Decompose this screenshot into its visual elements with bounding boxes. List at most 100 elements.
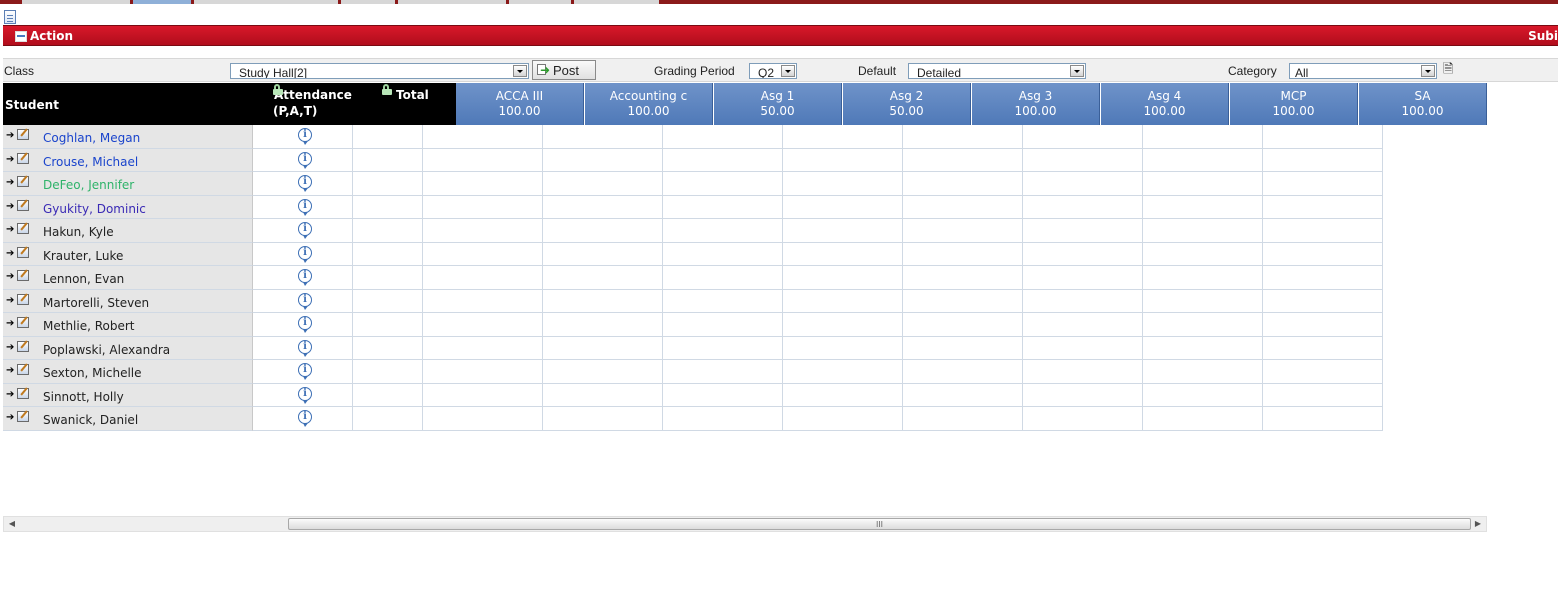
grade-cell[interactable]	[1143, 148, 1263, 172]
student-name-link[interactable]: Swanick, Daniel	[43, 413, 138, 427]
grade-cell[interactable]	[903, 289, 1023, 313]
total-cell[interactable]	[353, 289, 423, 313]
grade-cell[interactable]	[783, 195, 903, 219]
grade-cell[interactable]	[423, 360, 543, 384]
attendance-cell[interactable]: i	[253, 336, 353, 360]
grade-cell[interactable]	[1143, 172, 1263, 196]
assignment-header[interactable]: Asg 2 50.00	[843, 83, 971, 125]
class-select[interactable]: Study Hall[2]	[230, 63, 529, 79]
grade-cell[interactable]	[1143, 242, 1263, 266]
info-icon[interactable]: i	[298, 269, 312, 286]
grade-cell[interactable]	[1023, 360, 1143, 384]
total-cell[interactable]	[353, 195, 423, 219]
grade-cell[interactable]	[1023, 313, 1143, 337]
grade-cell[interactable]	[1143, 360, 1263, 384]
grade-cell[interactable]	[783, 407, 903, 431]
grade-cell[interactable]	[423, 219, 543, 243]
total-cell[interactable]	[353, 407, 423, 431]
attendance-cell[interactable]: i	[253, 195, 353, 219]
edit-note-icon[interactable]	[17, 129, 29, 140]
attendance-cell[interactable]: i	[253, 172, 353, 196]
grade-cell[interactable]	[903, 383, 1023, 407]
assignment-header[interactable]: Asg 4 100.00	[1101, 83, 1229, 125]
total-cell[interactable]	[353, 313, 423, 337]
attendance-cell[interactable]: i	[253, 125, 353, 149]
info-icon[interactable]: i	[298, 316, 312, 333]
attendance-cell[interactable]: i	[253, 148, 353, 172]
assignment-header[interactable]: ACCA III 100.00	[456, 83, 584, 125]
student-name-link[interactable]: Hakun, Kyle	[43, 225, 114, 239]
grade-cell[interactable]	[1023, 407, 1143, 431]
grade-cell[interactable]	[783, 148, 903, 172]
scroll-right-icon[interactable]: ▶	[1470, 517, 1486, 531]
chevron-down-icon[interactable]	[781, 65, 795, 77]
grade-cell[interactable]	[663, 242, 783, 266]
grade-cell[interactable]	[1143, 195, 1263, 219]
grade-cell[interactable]	[663, 407, 783, 431]
default-select[interactable]: Detailed	[908, 63, 1086, 79]
grade-cell[interactable]	[1143, 266, 1263, 290]
grade-cell[interactable]	[1023, 383, 1143, 407]
grade-cell[interactable]	[783, 125, 903, 149]
grade-cell[interactable]	[543, 266, 663, 290]
grade-cell[interactable]	[423, 407, 543, 431]
grade-cell[interactable]	[663, 289, 783, 313]
grade-cell[interactable]	[423, 289, 543, 313]
grade-cell[interactable]	[1143, 125, 1263, 149]
assignment-header[interactable]: Asg 1 50.00	[714, 83, 842, 125]
grade-cell[interactable]	[1263, 407, 1383, 431]
grade-cell[interactable]	[663, 172, 783, 196]
grade-cell[interactable]	[423, 383, 543, 407]
grade-cell[interactable]	[1143, 407, 1263, 431]
total-cell[interactable]	[353, 148, 423, 172]
student-name-link[interactable]: Poplawski, Alexandra	[43, 343, 170, 357]
grade-cell[interactable]	[543, 172, 663, 196]
edit-note-icon[interactable]	[17, 176, 29, 187]
grade-cell[interactable]	[903, 336, 1023, 360]
info-icon[interactable]: i	[298, 363, 312, 380]
edit-note-icon[interactable]	[17, 293, 29, 305]
top-tab[interactable]	[509, 0, 571, 4]
grade-cell[interactable]	[543, 360, 663, 384]
total-cell[interactable]	[353, 125, 423, 149]
grade-cell[interactable]	[903, 125, 1023, 149]
grade-cell[interactable]	[783, 289, 903, 313]
grade-cell[interactable]	[903, 148, 1023, 172]
grade-cell[interactable]	[783, 242, 903, 266]
row-arrow-icon[interactable]: ➔	[6, 342, 14, 353]
grade-cell[interactable]	[1263, 289, 1383, 313]
row-arrow-icon[interactable]: ➔	[6, 318, 14, 329]
page-icon[interactable]	[4, 10, 16, 24]
header-total[interactable]: Total	[353, 83, 456, 125]
total-cell[interactable]	[353, 172, 423, 196]
grade-cell[interactable]	[1263, 313, 1383, 337]
edit-note-icon[interactable]	[17, 270, 29, 281]
grade-cell[interactable]	[903, 242, 1023, 266]
grade-cell[interactable]	[1263, 336, 1383, 360]
student-name-link[interactable]: Coghlan, Megan	[43, 131, 140, 145]
grade-cell[interactable]	[1143, 336, 1263, 360]
scroll-left-icon[interactable]: ◀	[4, 517, 20, 531]
grade-cell[interactable]	[1263, 125, 1383, 149]
grade-cell[interactable]	[543, 407, 663, 431]
grade-cell[interactable]	[423, 242, 543, 266]
grade-cell[interactable]	[543, 242, 663, 266]
grade-cell[interactable]	[663, 313, 783, 337]
info-icon[interactable]: i	[298, 198, 312, 216]
row-arrow-icon[interactable]: ➔	[6, 224, 14, 235]
info-icon[interactable]: i	[298, 245, 312, 263]
grade-cell[interactable]	[663, 336, 783, 360]
grade-cell[interactable]	[903, 172, 1023, 196]
chevron-down-icon[interactable]	[513, 65, 527, 77]
grade-cell[interactable]	[663, 266, 783, 290]
scrollbar-thumb[interactable]: III	[288, 518, 1471, 530]
total-cell[interactable]	[353, 219, 423, 243]
grade-cell[interactable]	[1263, 242, 1383, 266]
row-arrow-icon[interactable]: ➔	[6, 130, 14, 141]
grade-cell[interactable]	[903, 266, 1023, 290]
edit-note-icon[interactable]	[17, 387, 29, 399]
grade-cell[interactable]	[783, 383, 903, 407]
student-name-link[interactable]: Lennon, Evan	[43, 272, 124, 286]
grade-cell[interactable]	[1023, 219, 1143, 243]
info-icon[interactable]: i	[298, 222, 312, 239]
